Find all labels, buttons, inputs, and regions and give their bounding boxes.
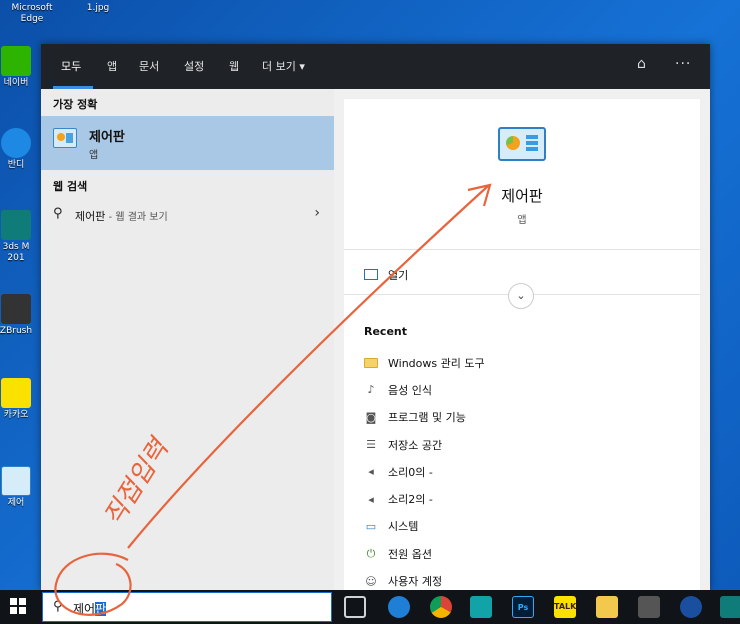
recent-list: Windows 관리 도구 ♪ 음성 인식 ◙ 프로그램 및 기능 ☰ 저장소 공간 … xyxy=(364,349,684,590)
web-query-suffix: - 웹 결과 보기 xyxy=(105,212,168,223)
best-match-subtitle: 앱 xyxy=(89,150,99,161)
recent-item[interactable]: Windows 관리 도구 xyxy=(364,349,684,376)
best-match-result[interactable]: 제어판 앱 xyxy=(41,116,334,170)
tab-all[interactable]: 모두 xyxy=(61,58,81,74)
edge-icon[interactable] xyxy=(388,596,410,618)
open-action[interactable]: 열기 xyxy=(364,267,408,283)
divider xyxy=(344,249,700,250)
microphone-icon: ♪ xyxy=(367,383,375,397)
recent-item[interactable]: ◂ 소리0의 - xyxy=(364,458,684,485)
search-value: 제어 xyxy=(73,602,96,616)
control-panel-icon xyxy=(1,466,31,496)
search-panel: 모두 앱 문서 설정 웹 더 보기 ▾ ⌂ ··· 가장 정확 제어판 앱 웹 … xyxy=(41,44,710,590)
kakaotalk-icon xyxy=(1,378,31,408)
search-value-selection: 판 xyxy=(95,602,107,616)
power-icon: ⏻ xyxy=(366,546,376,560)
globe-icon[interactable] xyxy=(680,596,702,618)
desktop-icon-jpg[interactable]: 1.jpg xyxy=(66,3,130,14)
chevron-down-icon: ⌄ xyxy=(516,289,526,302)
tab-web[interactable]: 웹 xyxy=(229,58,239,74)
result-detail-pane: 제어판 앱 열기 ⌄ Recent Windows 관리 도구 ♪ 음성 인식 ◙… xyxy=(344,99,700,590)
detail-subtitle: 앱 xyxy=(517,215,527,226)
storage-icon: ☰ xyxy=(366,438,376,452)
windows-start-icon[interactable] xyxy=(10,598,26,614)
feedback-icon[interactable]: ⌂ xyxy=(637,56,646,72)
desktop-icon-edge[interactable]: Microsoft Edge xyxy=(0,3,64,25)
web-search-heading: 웹 검색 xyxy=(53,180,88,193)
results-list: 가장 정확 제어판 앱 웹 검색 ⚲ 제어판 - 웹 결과 보기 › xyxy=(41,89,334,590)
app-icon[interactable] xyxy=(638,596,660,618)
control-panel-icon xyxy=(53,128,77,148)
best-match-title: 제어판 xyxy=(89,130,125,145)
recent-item[interactable]: ☰ 저장소 공간 xyxy=(364,431,684,458)
expand-button[interactable]: ⌄ xyxy=(508,283,534,309)
tab-documents[interactable]: 문서 xyxy=(139,58,159,74)
file-explorer-icon[interactable] xyxy=(596,596,618,618)
open-label: 열기 xyxy=(388,269,409,282)
monitor-icon: ▭ xyxy=(365,519,377,533)
taskbar-search-input[interactable]: ⚲ 제어판 xyxy=(42,592,332,622)
recent-item[interactable]: ☺ 사용자 계정 xyxy=(364,567,684,590)
detail-title: 제어판 xyxy=(501,187,543,205)
tab-apps[interactable]: 앱 xyxy=(107,58,117,74)
control-panel-icon xyxy=(498,127,546,161)
taskbar: ⚲ 제어판 Ps TALK xyxy=(0,590,740,624)
recent-item[interactable]: ⏻ 전원 옵션 xyxy=(364,540,684,567)
bandi-icon xyxy=(1,128,31,158)
web-search-result[interactable]: ⚲ 제어판 - 웹 결과 보기 › xyxy=(41,202,334,228)
recent-item[interactable]: ◂ 소리2의 - xyxy=(364,485,684,512)
tab-more[interactable]: 더 보기 ▾ xyxy=(262,58,305,74)
recent-item[interactable]: ▭ 시스템 xyxy=(364,513,684,540)
chrome-icon[interactable] xyxy=(430,596,452,618)
open-icon xyxy=(364,269,378,280)
3dsmax-icon[interactable] xyxy=(720,596,740,618)
3dsmax-icon xyxy=(1,210,31,240)
recent-heading: Recent xyxy=(364,325,408,338)
more-options-icon[interactable]: ··· xyxy=(675,56,691,72)
recent-item[interactable]: ♪ 음성 인식 xyxy=(364,376,684,403)
recent-item[interactable]: ◙ 프로그램 및 기능 xyxy=(364,404,684,431)
kakaotalk-icon[interactable]: TALK xyxy=(554,596,576,618)
naver-icon xyxy=(1,46,31,76)
search-tabbar: 모두 앱 문서 설정 웹 더 보기 ▾ ⌂ ··· xyxy=(41,44,710,89)
zbrush-icon xyxy=(1,294,31,324)
task-view-icon[interactable] xyxy=(344,596,366,618)
folder-icon xyxy=(364,357,378,368)
users-icon: ☺ xyxy=(365,574,377,588)
chevron-right-icon[interactable]: › xyxy=(314,205,320,221)
web-query: 제어판 xyxy=(75,210,106,223)
tab-settings[interactable]: 설정 xyxy=(184,58,204,74)
speaker-icon: ◂ xyxy=(368,465,374,479)
speaker-icon: ◂ xyxy=(368,492,374,506)
best-match-heading: 가장 정확 xyxy=(53,98,98,111)
search-icon: ⚲ xyxy=(53,599,63,614)
search-icon: ⚲ xyxy=(53,206,63,221)
photoshop-icon[interactable]: Ps xyxy=(512,596,534,618)
programs-icon: ◙ xyxy=(365,410,377,424)
app-icon[interactable] xyxy=(470,596,492,618)
